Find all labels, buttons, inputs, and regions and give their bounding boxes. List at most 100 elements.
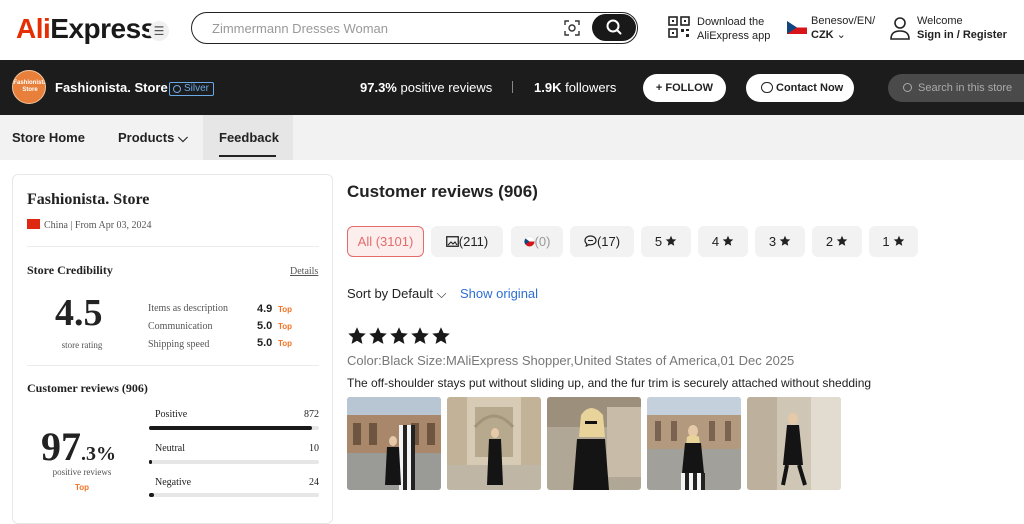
tab-feedback[interactable]: Feedback — [219, 130, 279, 145]
store-avatar[interactable]: Fashionista Store — [12, 70, 46, 104]
search-button[interactable] — [592, 14, 636, 41]
tab-products[interactable]: Products ⌵ — [118, 130, 188, 146]
czech-flag-icon — [787, 21, 807, 34]
image-icon — [445, 236, 459, 247]
follow-button[interactable]: + FOLLOW — [643, 74, 726, 102]
review-photo-image — [447, 397, 541, 490]
divider — [512, 81, 513, 93]
metric-label: Shipping speed — [148, 339, 210, 350]
metric-value: 4.9 — [257, 303, 273, 315]
filter-5-stars[interactable]: 5 — [641, 226, 691, 257]
details-link[interactable]: Details — [290, 266, 318, 277]
review-text: The off-shoulder stays put without slidi… — [347, 376, 872, 390]
review-photo[interactable] — [647, 397, 741, 490]
breakdown-label: Positive — [155, 409, 188, 420]
store-rating-value: 4.5 — [55, 292, 103, 334]
card-store-name: Fashionista. Store — [27, 191, 150, 208]
qr-code-icon — [668, 16, 690, 38]
comment-icon — [584, 235, 597, 248]
breakdown-bar — [149, 493, 319, 497]
top-tag: Top — [278, 339, 293, 348]
review-photo-image — [547, 397, 641, 490]
star-icon — [722, 235, 734, 246]
review-photo[interactable] — [747, 397, 841, 490]
sort-dropdown[interactable]: Sort by Default ⌵ — [347, 286, 446, 302]
tab-store-home[interactable]: Store Home — [12, 130, 85, 145]
camera-search-icon[interactable] — [564, 20, 580, 36]
search-icon — [606, 19, 622, 35]
positive-percent-label: positive reviews — [52, 467, 112, 477]
chat-icon — [761, 82, 773, 93]
breakdown-bar-fill — [149, 493, 155, 497]
review-photo-image — [347, 397, 441, 490]
reviews-title: Customer reviews (906) — [347, 182, 538, 201]
card-reviews-title: Customer reviews (906) — [27, 381, 148, 395]
store-name[interactable]: Fashionista. Store — [55, 80, 168, 95]
chevron-down-icon: ⌄ — [836, 29, 846, 41]
star-icon — [432, 327, 450, 344]
divider — [27, 365, 319, 366]
star-icon — [665, 235, 677, 246]
star-icon — [411, 327, 429, 344]
china-flag-icon — [27, 219, 40, 229]
star-icon — [893, 235, 904, 246]
top-tag: Top — [278, 322, 293, 331]
search-icon — [903, 83, 912, 92]
review-photo[interactable] — [347, 397, 441, 490]
chevron-down-icon: ⌵ — [177, 130, 188, 145]
filter-local[interactable]: (0) — [511, 226, 563, 257]
filter-photos[interactable]: (211) — [431, 226, 503, 257]
menu-icon[interactable]: ☰ — [149, 21, 169, 41]
metric-value: 5.0 — [257, 320, 273, 332]
contact-now-button[interactable]: Contact Now — [746, 74, 854, 102]
metric-value: 5.0 — [257, 337, 273, 349]
top-tag: Top — [74, 483, 90, 492]
active-tab-indicator — [219, 155, 276, 157]
star-icon — [779, 235, 791, 246]
store-rating-label: store rating — [61, 340, 103, 350]
user-icon — [890, 17, 910, 40]
silver-badge: Silver — [169, 82, 215, 96]
store-nav: Store Home Products ⌵ Feedback — [0, 115, 1024, 160]
review-photo-image — [747, 397, 841, 490]
aliexpress-logo[interactable]: AliExpress — [16, 13, 156, 45]
sign-in-link[interactable]: Sign in / Register — [917, 28, 1007, 42]
chevron-down-icon: ⌵ — [433, 286, 447, 301]
locale-text: Benesov/EN/ — [811, 15, 876, 27]
breakdown-label: Negative — [155, 477, 192, 488]
medal-icon — [173, 85, 181, 93]
filter-2-stars[interactable]: 2 — [812, 226, 862, 257]
top-header: AliExpress ☰ Download theAliExpress app … — [0, 0, 1024, 60]
store-origin: China | From Apr 03, 2024 — [27, 219, 152, 231]
filter-all[interactable]: All (3101) — [347, 226, 424, 257]
breakdown-count: 10 — [309, 443, 319, 454]
breakdown-bar — [149, 426, 319, 430]
followers-stat: 1.9K followers — [534, 80, 617, 95]
currency-text: CZK — [811, 29, 834, 41]
show-original-link[interactable]: Show original — [460, 286, 538, 301]
filter-3-stars[interactable]: 3 — [755, 226, 805, 257]
breakdown-bar-fill — [149, 460, 152, 464]
breakdown-bar-fill — [149, 426, 313, 430]
filter-comments[interactable]: (17) — [570, 226, 634, 257]
metric-label: Items as description — [148, 303, 228, 314]
filter-1-star[interactable]: 1 — [869, 226, 918, 257]
store-info-card: Fashionista. Store China | From Apr 03, … — [12, 174, 333, 524]
review-rating — [347, 326, 452, 346]
star-icon — [836, 235, 848, 246]
star-icon — [348, 327, 366, 344]
divider — [27, 246, 319, 247]
breakdown-count: 872 — [304, 409, 319, 420]
breakdown-label: Neutral — [155, 443, 185, 454]
store-header: Fashionista Store Fashionista. Store Sil… — [0, 60, 1024, 115]
search-box — [191, 12, 638, 44]
store-search-input[interactable]: Search in this store — [888, 74, 1024, 102]
star-icon — [369, 327, 387, 344]
review-photo[interactable] — [447, 397, 541, 490]
czech-flag-icon — [523, 236, 535, 247]
filter-4-stars[interactable]: 4 — [698, 226, 748, 257]
credibility-title: Store Credibility — [27, 263, 113, 277]
search-input[interactable] — [212, 19, 542, 37]
review-meta: Color:Black Size:MAliExpress Shopper,Uni… — [347, 353, 795, 368]
review-photo[interactable] — [547, 397, 641, 490]
